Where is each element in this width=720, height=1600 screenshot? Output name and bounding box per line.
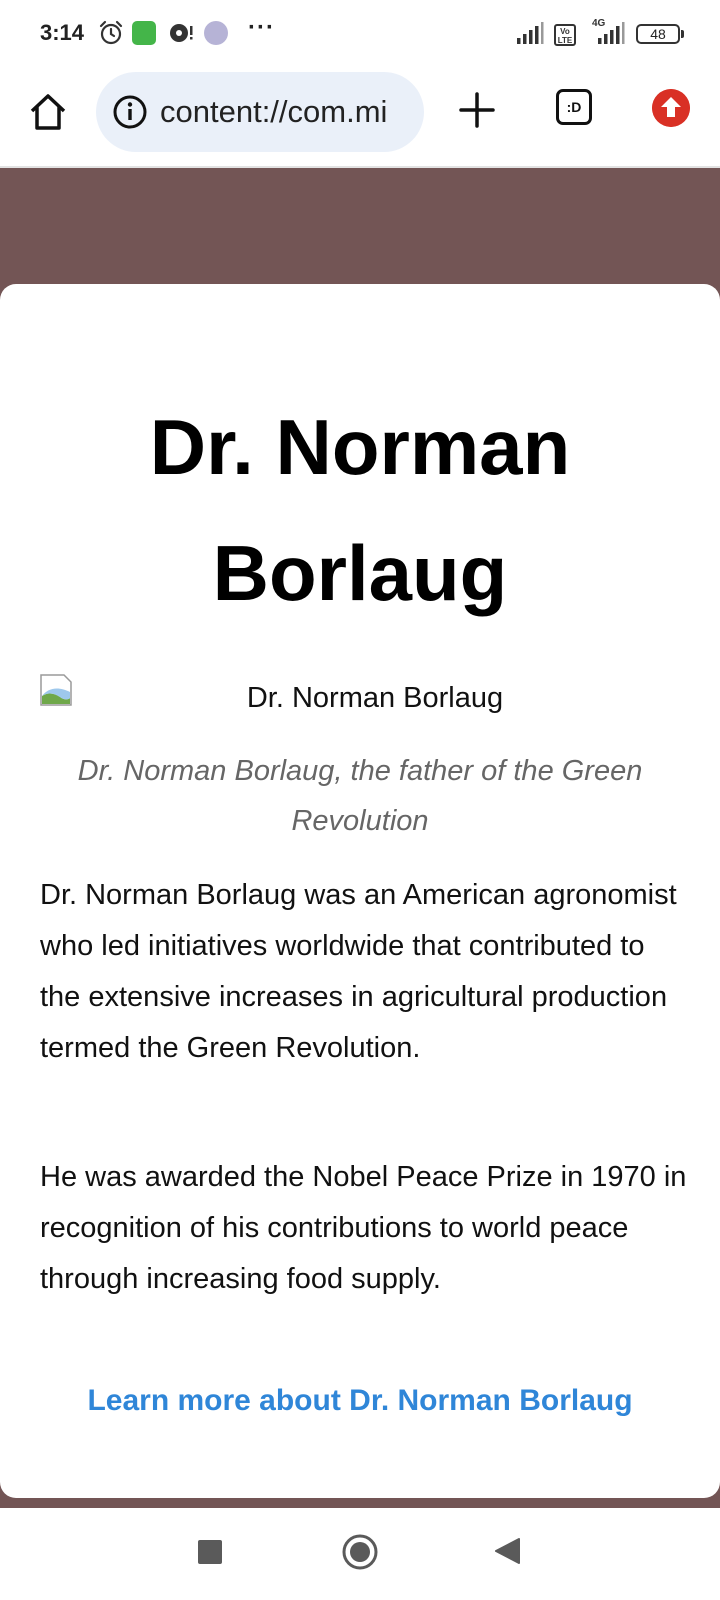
status-time: 3:14 <box>40 20 85 45</box>
plus-icon[interactable] <box>455 88 499 132</box>
battery-icon: 48 <box>636 24 684 44</box>
url-bar[interactable]: content://com.mi <box>96 72 424 152</box>
signal-icon <box>517 22 544 44</box>
home-circle-icon[interactable] <box>341 1533 379 1571</box>
music-notification-icon <box>170 24 193 42</box>
network-type-label: 4G <box>592 18 606 29</box>
learn-more-link[interactable]: Learn more about Dr. Norman Borlaug <box>20 1376 700 1426</box>
content-card: Dr. Norman Borlaug Dr. Norman Borlaug Dr… <box>0 284 720 1498</box>
home-icon[interactable] <box>26 90 70 134</box>
paragraph-1: Dr. Norman Borlaug was an American agron… <box>40 879 677 1064</box>
paragraph-2: He was awarded the Nobel Peace Prize in … <box>40 1161 687 1295</box>
alarm-icon <box>99 20 123 45</box>
url-text[interactable]: content://com.mi <box>160 92 412 132</box>
update-icon[interactable] <box>652 89 690 127</box>
browser-toolbar: content://com.mi :D <box>0 68 720 168</box>
image-caption: Dr. Norman Borlaug, the father of the Gr… <box>77 755 643 837</box>
status-bar: 3:14 ··· Vo LTE 4G 48 <box>0 0 720 68</box>
navigation-bar <box>0 1508 720 1600</box>
tabs-icon[interactable]: :D <box>556 89 592 125</box>
page-title: Dr. Norman Borlaug <box>149 403 571 617</box>
app-notification-icon <box>132 21 156 45</box>
recents-icon[interactable] <box>198 1540 222 1564</box>
info-icon[interactable] <box>112 94 148 130</box>
image-alt-text: Dr. Norman Borlaug <box>246 682 504 714</box>
back-icon[interactable] <box>492 1536 522 1566</box>
volte-icon: Vo LTE <box>554 24 576 46</box>
cast-notification-icon <box>204 21 228 45</box>
more-notifications-indicator: ··· <box>248 14 275 41</box>
